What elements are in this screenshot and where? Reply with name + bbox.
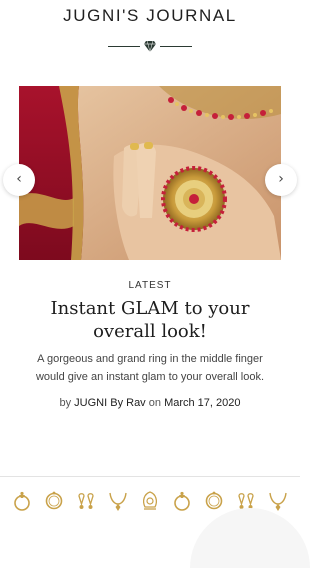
carousel-prev-button[interactable]: ‹ [3, 164, 35, 196]
footer-divider [0, 476, 300, 477]
divider-line-right [160, 46, 192, 47]
bangle-icon[interactable] [204, 490, 224, 512]
maang-tikka-icon[interactable] [140, 490, 160, 512]
hero-illustration [19, 86, 281, 260]
site-title[interactable]: JUGNI'S JOURNAL [0, 6, 300, 26]
chevron-left-icon: ‹ [16, 171, 22, 187]
byline-prefix: by [59, 397, 72, 409]
post-author-link[interactable]: JUGNI By Rav [74, 397, 146, 409]
hero-image[interactable] [19, 86, 281, 260]
ring-icon[interactable] [172, 490, 192, 512]
divider-line-left [108, 46, 140, 47]
post-byline: by JUGNI By Rav on March 17, 2020 [0, 397, 300, 409]
diamond-icon [144, 40, 156, 53]
byline-on: on [148, 397, 161, 409]
earring-icon[interactable] [76, 490, 96, 512]
ring-icon[interactable] [12, 490, 32, 512]
bangle-icon[interactable] [44, 490, 64, 512]
decorative-arc [190, 508, 310, 568]
post-category[interactable]: LATEST [0, 280, 300, 291]
site-header: JUGNI'S JOURNAL [0, 0, 300, 72]
title-divider [108, 38, 192, 54]
necklace-icon[interactable] [108, 490, 128, 512]
post-title[interactable]: Instant GLAM to your overall look! [20, 297, 280, 343]
necklace-icon[interactable] [268, 490, 288, 512]
post-excerpt: A gorgeous and grand ring in the middle … [35, 353, 265, 383]
carousel-next-button[interactable]: › [265, 164, 297, 196]
chevron-right-icon: › [278, 171, 284, 187]
post-date-link[interactable]: March 17, 2020 [164, 397, 240, 409]
